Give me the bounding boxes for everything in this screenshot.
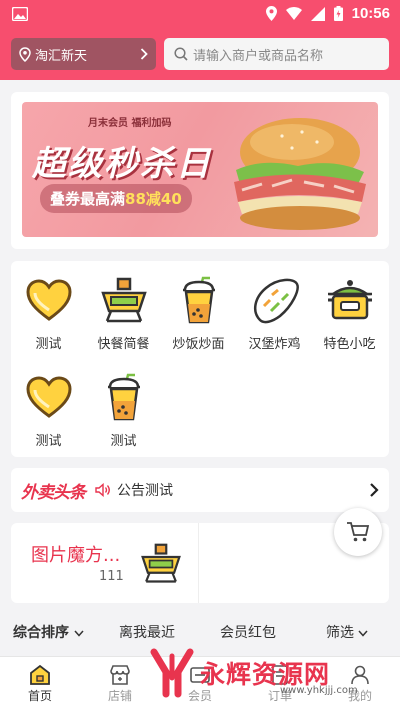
cart-icon xyxy=(347,522,370,542)
sort-composite[interactable]: 综合排序 xyxy=(13,622,84,642)
location-label: 淘汇新天 xyxy=(35,48,88,64)
chevron-down-icon xyxy=(74,630,84,637)
banner-promo-amount: 88减40 xyxy=(125,190,182,208)
battery-icon xyxy=(333,6,343,21)
category-item[interactable]: 快餐简餐 xyxy=(86,275,161,352)
magic-title: 图片魔方... xyxy=(31,545,121,566)
banner-headline: 超级秒杀日 xyxy=(32,144,212,184)
status-bar: 10:56 xyxy=(0,0,400,27)
chevron-right-icon xyxy=(140,48,148,60)
tab-store[interactable]: 店铺 xyxy=(90,663,150,704)
chevron-right-icon xyxy=(370,483,379,497)
search-header: 淘汇新天 请输入商户或商品名称 xyxy=(11,38,389,70)
notice-text: 公告测试 xyxy=(117,483,173,499)
banner-promo: 叠券最高满88减40 xyxy=(40,184,192,213)
sort-bar: 综合排序 离我最近 会员红包 筛选 xyxy=(0,612,400,652)
category-item[interactable]: 炒饭炒面 xyxy=(161,275,236,352)
heart-icon xyxy=(25,279,72,321)
search-placeholder: 请输入商户或商品名称 xyxy=(193,48,324,64)
hotpot-icon xyxy=(141,543,181,583)
search-icon xyxy=(174,47,188,61)
sort-member-coupon[interactable]: 会员红包 xyxy=(220,622,276,642)
tab-label: 首页 xyxy=(27,689,52,703)
banner-tag: 月末会员 福利加码 xyxy=(88,118,172,129)
home-icon xyxy=(30,664,50,685)
tab-home[interactable]: 首页 xyxy=(10,663,70,704)
search-input[interactable]: 请输入商户或商品名称 xyxy=(164,38,389,70)
category-label: 测试 xyxy=(35,337,62,352)
category-item[interactable]: 测试 xyxy=(86,372,161,449)
chevron-down-icon xyxy=(358,630,369,637)
user-icon xyxy=(351,665,369,685)
drink-cup-icon xyxy=(107,373,140,421)
tab-label: 店铺 xyxy=(107,689,132,703)
filter-button[interactable]: 筛选 xyxy=(326,622,369,642)
heart-icon xyxy=(25,376,72,418)
category-label: 快餐简餐 xyxy=(97,337,150,352)
signal-icon xyxy=(310,6,325,21)
gallery-notification-icon xyxy=(12,6,28,21)
category-label: 炒饭炒面 xyxy=(172,337,225,352)
category-item[interactable]: 测试 xyxy=(11,275,86,352)
category-item[interactable]: 测试 xyxy=(11,372,86,449)
category-item[interactable]: 特色小吃 xyxy=(312,275,387,352)
sort-composite-label: 综合排序 xyxy=(13,625,69,641)
magic-count: 111 xyxy=(99,569,124,584)
category-label: 测试 xyxy=(35,434,62,449)
category-label: 特色小吃 xyxy=(323,337,376,352)
category-label: 测试 xyxy=(110,434,137,449)
promo-banner[interactable]: 月末会员 福利加码 超级秒杀日 叠券最高满88减40 xyxy=(22,102,378,237)
banner-promo-prefix: 叠券最高满 xyxy=(50,190,126,208)
status-time: 10:56 xyxy=(351,5,390,22)
category-item[interactable]: 汉堡炸鸡 xyxy=(237,275,312,352)
picture-magic-card: 图片魔方... 111 xyxy=(11,523,389,603)
speaker-icon xyxy=(95,483,110,497)
drink-cup-icon xyxy=(182,276,215,324)
burger-image-icon xyxy=(234,118,366,230)
store-icon xyxy=(110,665,130,685)
tab-profile[interactable]: 我的 xyxy=(330,663,390,704)
category-grid: 测试 快餐简餐 炒饭炒面 汉堡炸鸡 特色小吃 测试 测试 xyxy=(11,261,389,457)
magic-cell[interactable]: 图片魔方... 111 xyxy=(11,523,199,603)
watermark: 永辉资源网 www.yhkjjj.com xyxy=(150,648,358,698)
filter-label: 筛选 xyxy=(326,625,354,641)
pot-icon xyxy=(327,280,372,320)
top-header-area: 10:56 淘汇新天 请输入商户或商品名称 xyxy=(0,0,400,80)
floating-cart-button[interactable] xyxy=(334,508,382,556)
bread-icon xyxy=(253,278,299,324)
notice-bar[interactable]: 外卖头条 公告测试 xyxy=(11,468,389,512)
location-status-icon xyxy=(265,6,277,21)
banner-card: 月末会员 福利加码 超级秒杀日 叠券最高满88减40 xyxy=(11,92,389,249)
hotpot-icon xyxy=(100,277,147,323)
location-selector[interactable]: 淘汇新天 xyxy=(11,38,156,70)
category-label: 汉堡炸鸡 xyxy=(248,337,301,352)
notice-brand: 外卖头条 xyxy=(21,482,86,503)
watermark-logo-icon xyxy=(150,648,194,698)
sort-nearest[interactable]: 离我最近 xyxy=(119,622,175,642)
location-pin-icon xyxy=(19,46,31,62)
wifi-icon xyxy=(285,7,302,20)
watermark-url: www.yhkjjj.com xyxy=(280,685,358,696)
